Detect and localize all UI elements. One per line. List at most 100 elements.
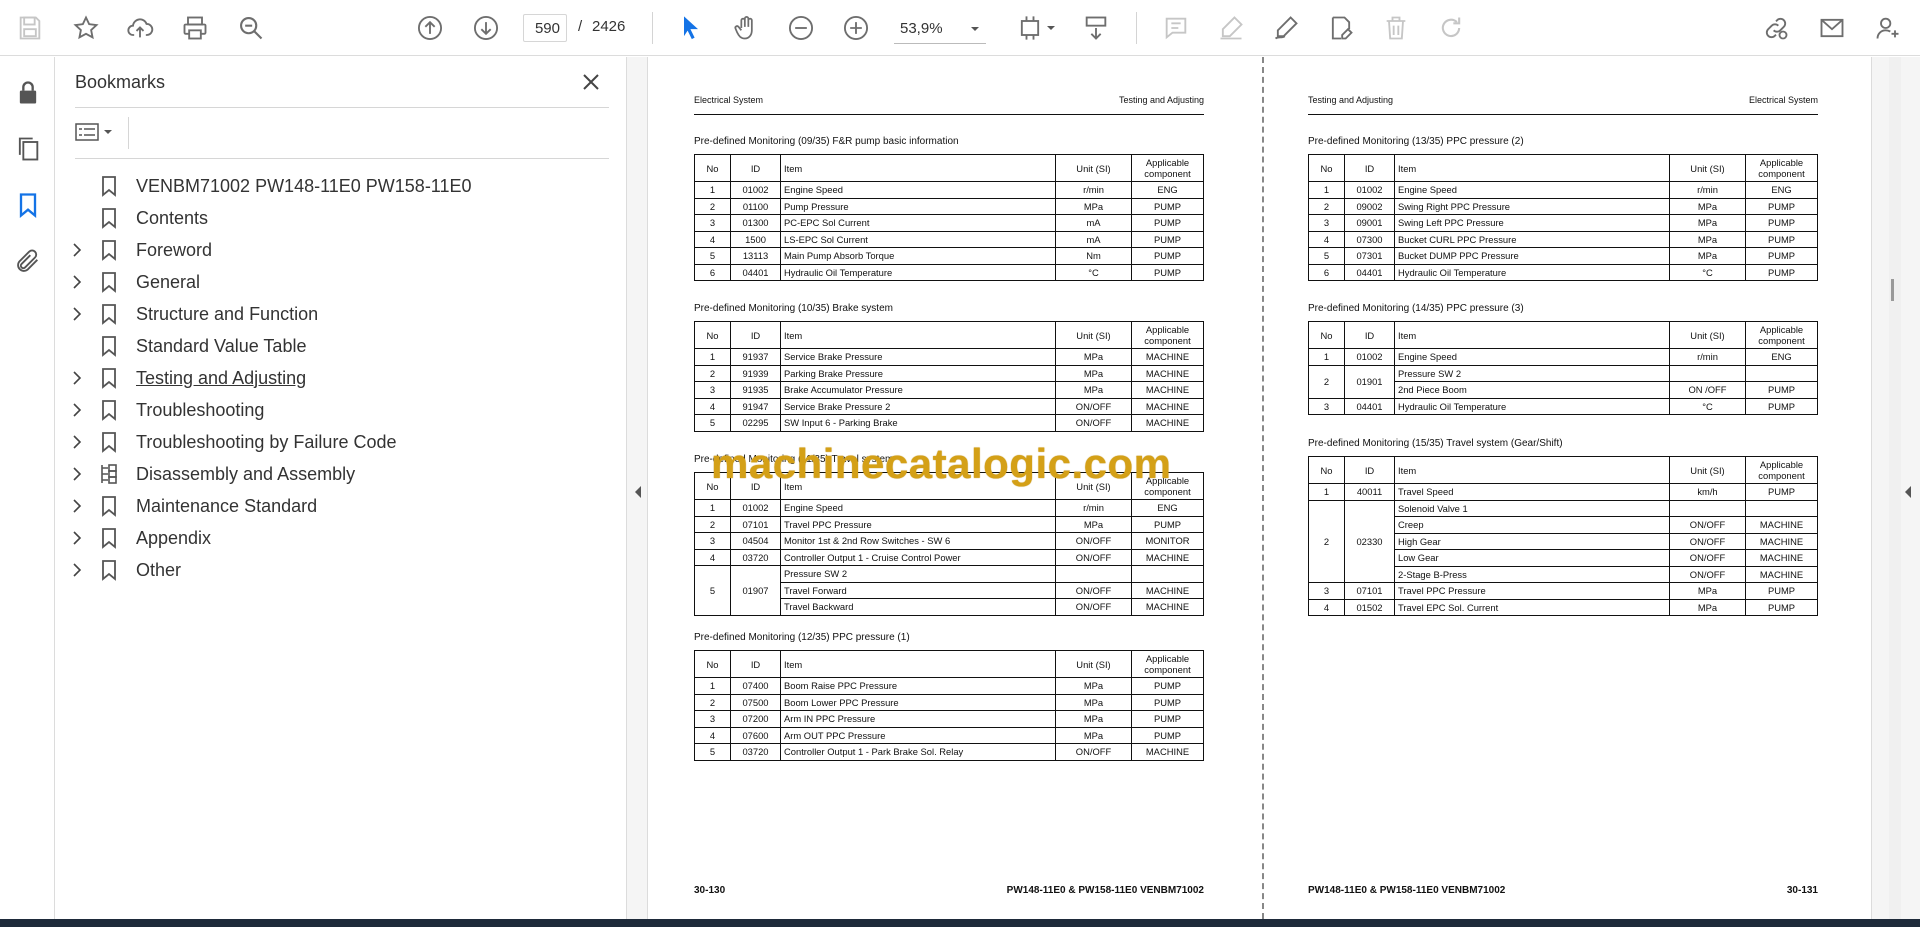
- cell-comp: PUMP: [1131, 214, 1204, 232]
- hand-tool-button[interactable]: [726, 8, 766, 48]
- scrollbar-thumb[interactable]: [1891, 279, 1894, 301]
- cell-item: Pump Pressure: [780, 197, 1056, 215]
- redo-button[interactable]: [1431, 8, 1471, 48]
- cell-item: Monitor 1st & 2nd Row Switches - SW 6: [780, 532, 1056, 550]
- bookmark-item[interactable]: Disassembly and Assembly: [64, 458, 604, 490]
- bookmark-item[interactable]: Contents: [64, 202, 604, 234]
- column-header-id: ID: [1344, 456, 1395, 484]
- cell-unit: °C: [1669, 263, 1746, 281]
- cell-no: 5: [694, 414, 731, 432]
- security-panel-button[interactable]: [8, 73, 48, 113]
- bookmark-item[interactable]: Maintenance Standard: [64, 490, 604, 522]
- email-button[interactable]: [1812, 8, 1852, 48]
- expand-right-panel-arrow-icon[interactable]: [1903, 485, 1913, 499]
- vertical-scrollbar[interactable]: [1889, 57, 1901, 919]
- expand-bookmark-chevron[interactable]: [64, 365, 90, 391]
- expand-bookmark-chevron[interactable]: [64, 237, 90, 263]
- delete-button[interactable]: [1376, 8, 1416, 48]
- upload-cloud-button[interactable]: [120, 8, 160, 48]
- cell-unit: MPa: [1055, 364, 1132, 382]
- select-tool-button[interactable]: [671, 8, 711, 48]
- highlight-button[interactable]: [1211, 8, 1251, 48]
- cell-unit: MPa: [1055, 197, 1132, 215]
- find-zoom-button[interactable]: [231, 8, 271, 48]
- page-separator: /: [578, 18, 583, 35]
- bookmark-item[interactable]: VENBM71002 PW148-11E0 PW158-11E0: [64, 170, 604, 202]
- expand-bookmark-chevron[interactable]: [64, 461, 90, 487]
- bookmark-item[interactable]: Standard Value Table: [64, 330, 604, 362]
- bookmarks-panel-title: Bookmarks: [75, 72, 166, 92]
- table-header-row: No ID Item Unit (SI) Applicable component: [694, 650, 1204, 678]
- print-button[interactable]: [175, 8, 215, 48]
- comment-button[interactable]: [1156, 8, 1196, 48]
- cell-item: Hydraulic Oil Temperature: [1394, 397, 1670, 415]
- divider: [128, 117, 129, 149]
- page-fit-dropdown-button[interactable]: [1010, 8, 1062, 48]
- cell-item: Parking Brake Pressure: [780, 364, 1056, 382]
- zoom-out-button[interactable]: [781, 8, 821, 48]
- bookmark-label: Foreword: [136, 239, 213, 260]
- page-number-input[interactable]: [523, 14, 567, 42]
- cell-no: 3: [1308, 397, 1345, 415]
- close-bookmarks-button[interactable]: [576, 67, 606, 97]
- expand-bookmark-chevron[interactable]: [64, 397, 90, 423]
- cell-comp: ENG: [1131, 181, 1204, 199]
- zoom-level-dropdown[interactable]: 53,9%: [894, 14, 986, 44]
- cell-item: Boom Raise PPC Pressure: [780, 677, 1056, 695]
- scroll-mode-button[interactable]: [1076, 8, 1116, 48]
- bookmark-ribbon-svg: [102, 400, 116, 421]
- bookmarks-panel-button[interactable]: [8, 185, 48, 225]
- expand-bookmark-chevron[interactable]: [64, 429, 90, 455]
- cell-no: 4: [694, 397, 731, 415]
- bookmark-item[interactable]: Troubleshooting: [64, 394, 604, 426]
- cell-unit: ON/OFF: [1669, 516, 1746, 534]
- bookmark-ribbon-icon: [96, 269, 122, 295]
- bookmark-item[interactable]: Other: [64, 554, 604, 586]
- expand-bookmark-chevron[interactable]: [64, 493, 90, 519]
- section-title: Pre-defined Monitoring (15/35) Travel sy…: [1308, 438, 1563, 449]
- table-header-row: No ID Item Unit (SI) Applicable component: [1308, 321, 1818, 349]
- edit-document-button[interactable]: [1321, 8, 1361, 48]
- cell-no: 2: [1308, 364, 1345, 399]
- bookmark-item[interactable]: Appendix: [64, 522, 604, 554]
- document-page-left: Electrical System Testing and Adjusting Pr…: [649, 57, 1261, 919]
- bookmark-star-button[interactable]: [66, 8, 106, 48]
- table-row: 3 07200 Arm IN PPC Pressure MPa PUMP: [694, 710, 1204, 728]
- collapse-left-arrow-icon[interactable]: [633, 485, 643, 499]
- bookmark-item[interactable]: Troubleshooting by Failure Code: [64, 426, 604, 458]
- zoom-in-button[interactable]: [836, 8, 876, 48]
- monitoring-table: No ID Item Unit (SI) Applicable component 1 400…: [1308, 456, 1818, 616]
- document-viewport[interactable]: Electrical System Testing and Adjusting Pr…: [649, 57, 1871, 919]
- cell-id: 03720: [730, 548, 781, 566]
- previous-page-button[interactable]: [410, 8, 450, 48]
- cell-id: 01502: [1344, 598, 1395, 616]
- draw-button[interactable]: [1266, 8, 1306, 48]
- panel-splitter[interactable]: [626, 57, 648, 919]
- expand-bookmark-chevron[interactable]: [64, 301, 90, 327]
- bookmark-item[interactable]: Foreword: [64, 234, 604, 266]
- expand-bookmark-chevron[interactable]: [64, 269, 90, 295]
- column-header-unit: Unit (SI): [1669, 154, 1746, 182]
- account-button[interactable]: [1868, 8, 1908, 48]
- expand-bookmark-chevron[interactable]: [64, 525, 90, 551]
- bookmark-options-dropdown[interactable]: [75, 117, 125, 147]
- cell-unit: r/min: [1669, 348, 1746, 366]
- column-header-no: No: [1308, 154, 1345, 182]
- attachments-panel-button[interactable]: [8, 241, 48, 281]
- column-header-line: Applicable: [1145, 157, 1190, 168]
- bookmark-label: Testing and Adjusting: [136, 367, 307, 388]
- right-side-rail: [1871, 57, 1920, 919]
- column-header-comp: Applicable component: [1131, 650, 1204, 678]
- page-thumbnails-button[interactable]: [8, 129, 48, 169]
- cell-id: 07301: [1344, 247, 1395, 265]
- cell-item: SW Input 6 - Parking Brake: [780, 414, 1056, 432]
- share-link-button[interactable]: [1756, 8, 1796, 48]
- next-page-button[interactable]: [466, 8, 506, 48]
- bookmark-item[interactable]: General: [64, 266, 604, 298]
- expand-bookmark-chevron[interactable]: [64, 557, 90, 583]
- bookmark-item[interactable]: Structure and Function: [64, 298, 604, 330]
- cell-no: 3: [694, 381, 731, 399]
- cell-id: 07400: [730, 677, 781, 695]
- save-button[interactable]: [10, 8, 50, 48]
- bookmark-item[interactable]: Testing and Adjusting: [64, 362, 604, 394]
